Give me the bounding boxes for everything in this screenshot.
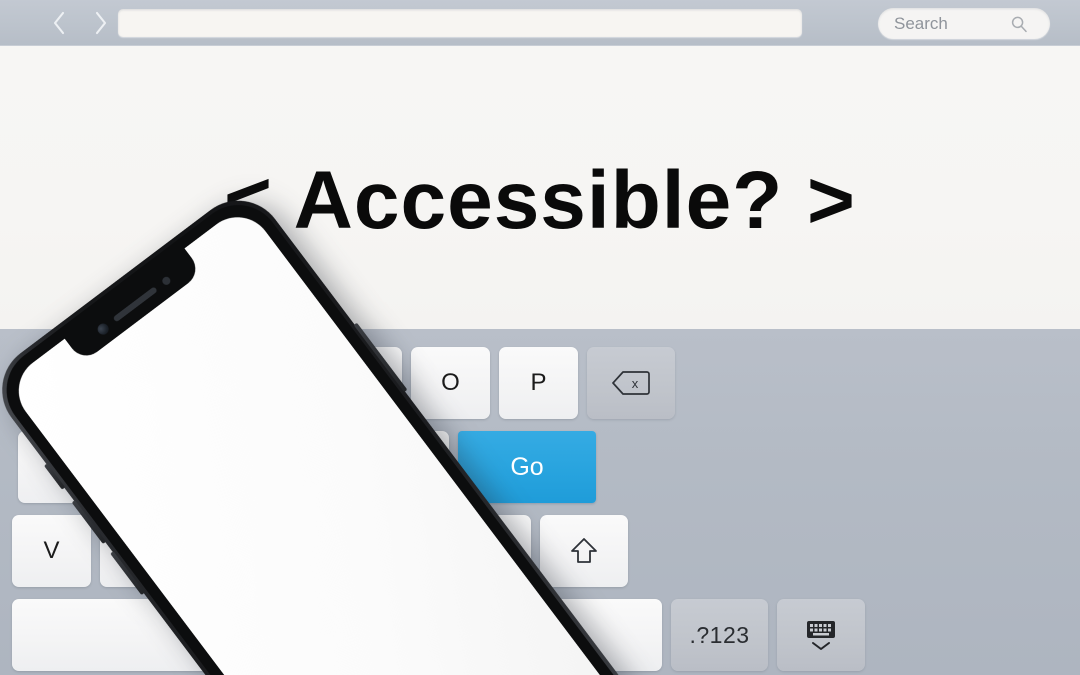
key-shift[interactable] <box>540 515 628 587</box>
search-field[interactable] <box>878 8 1050 39</box>
key-hide-keyboard[interactable] <box>777 599 865 671</box>
key-v[interactable]: V <box>12 515 91 587</box>
front-camera-icon <box>94 321 111 337</box>
screenshot-root: < Accessible? > Search O P x Go V .?123 <box>0 0 1080 675</box>
search-input[interactable] <box>892 12 1008 35</box>
svg-text:x: x <box>632 376 639 391</box>
key-p[interactable]: P <box>499 347 578 419</box>
chevron-right-icon[interactable] <box>92 10 110 36</box>
key-o[interactable]: O <box>411 347 490 419</box>
navigation-arrows <box>50 6 110 40</box>
browser-toolbar <box>0 0 1080 46</box>
shift-arrow-icon <box>569 535 599 567</box>
backspace-icon: x <box>610 368 652 398</box>
magnifier-icon[interactable] <box>1010 15 1028 33</box>
proximity-sensor-icon <box>160 275 172 287</box>
chevron-left-icon[interactable] <box>50 10 68 36</box>
hide-keyboard-icon <box>799 616 843 654</box>
address-bar-input[interactable] <box>118 9 802 37</box>
key-backspace[interactable]: x <box>587 347 675 419</box>
key-numeric-switch[interactable]: .?123 <box>671 599 768 671</box>
page-title: < Accessible? > <box>224 155 856 246</box>
earpiece-speaker-icon <box>112 286 158 323</box>
